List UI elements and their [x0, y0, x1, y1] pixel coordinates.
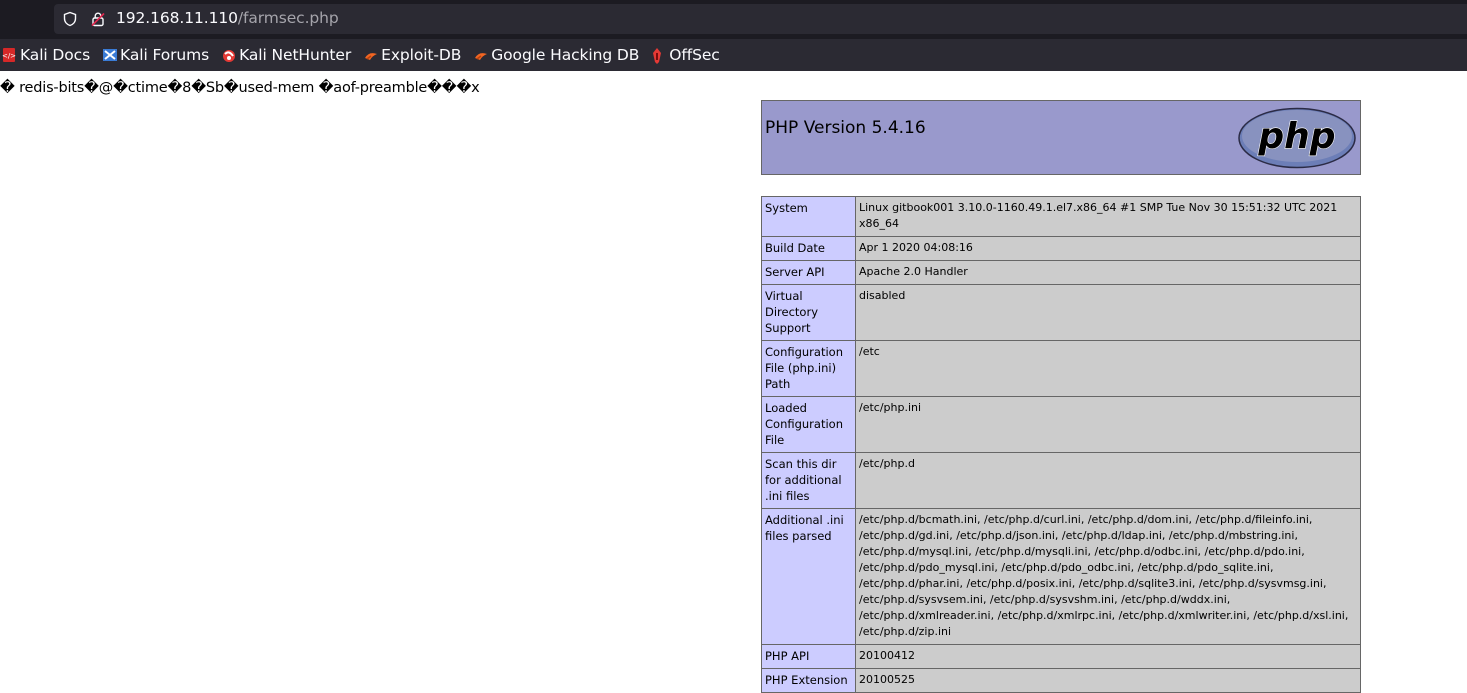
info-key: Configuration File (php.ini) Path	[761, 340, 856, 397]
info-row: Configuration File (php.ini) Path/etc	[761, 340, 1361, 397]
bookmark-kali-forums[interactable]: Kali Forums	[100, 39, 212, 71]
bookmark-label: OffSec	[669, 46, 720, 64]
info-key: Virtual Directory Support	[761, 284, 856, 341]
bookmark-label: Exploit-DB	[381, 46, 462, 64]
bookmark-google-hacking-db[interactable]: Google Hacking DB	[471, 39, 642, 71]
php-logo: php	[1237, 107, 1357, 173]
info-row: Build Date Apr 1 2020 04:08:16	[761, 236, 1361, 261]
bookmark-offsec[interactable]: OffSec	[649, 39, 722, 71]
url-path: /farmsec.php	[237, 9, 339, 27]
info-value: /etc	[855, 340, 1361, 397]
info-value: Apr 1 2020 04:08:16	[855, 236, 1361, 261]
info-row: System Linux gitbook001 3.10.0-1160.49.1.…	[761, 196, 1361, 237]
bookmark-kali-docs[interactable]: </> Kali Docs	[0, 39, 93, 71]
insecure-lock-icon[interactable]	[90, 11, 106, 31]
kali-docs-icon: </>	[2, 47, 16, 63]
browser-toolbar: 192.168.11.110/farmsec.php	[0, 0, 1467, 39]
info-row: Scan this dir for additional .ini files /…	[761, 452, 1361, 509]
php-version-title: PHP Version 5.4.16	[765, 118, 926, 138]
info-value: /etc/php.d/bcmath.ini, /etc/php.d/curl.i…	[855, 508, 1361, 645]
url-text[interactable]: 192.168.11.110/farmsec.php	[116, 9, 339, 27]
info-value: /etc/php.d	[855, 452, 1361, 509]
bookmark-label: Kali Docs	[20, 46, 91, 64]
php-logo-text: php	[1257, 116, 1335, 157]
url-host: 192.168.11.110	[116, 9, 238, 27]
info-value: 20100412	[855, 644, 1361, 669]
address-bar[interactable]: 192.168.11.110/farmsec.php	[54, 4, 1467, 34]
info-row: Server API Apache 2.0 Handler	[761, 260, 1361, 285]
info-key: PHP API	[761, 644, 856, 669]
info-row: Loaded Configuration File/etc/php.ini	[761, 396, 1361, 453]
info-key: Loaded Configuration File	[761, 396, 856, 453]
info-key: Build Date	[761, 236, 856, 261]
bookmarks-toolbar: </> Kali Docs Kali Forums Kali NetHunter…	[0, 39, 1467, 71]
info-value: disabled	[855, 284, 1361, 341]
php-info-table: System Linux gitbook001 3.10.0-1160.49.1.…	[761, 196, 1361, 693]
info-value: /etc/php.ini	[855, 396, 1361, 453]
info-row: Virtual Directory Support disabled	[761, 284, 1361, 341]
ghdb-icon	[473, 47, 488, 63]
offsec-icon	[651, 47, 665, 64]
bookmark-kali-nethunter[interactable]: Kali NetHunter	[219, 39, 354, 71]
svg-text:</>: </>	[2, 52, 16, 60]
info-key: Server API	[761, 260, 856, 285]
info-key: Additional .ini files parsed	[761, 508, 856, 645]
info-value: Apache 2.0 Handler	[855, 260, 1361, 285]
kali-forums-icon	[102, 47, 118, 63]
nethunter-icon	[221, 47, 236, 63]
binary-output-text: � redis-bits�@�ctime�8�Sb�used-mem �aof-…	[0, 80, 480, 96]
info-row: PHP API 20100412	[761, 644, 1361, 669]
bookmark-exploit-db[interactable]: Exploit-DB	[361, 39, 464, 71]
tracking-protection-shield-icon[interactable]	[62, 11, 78, 31]
info-key: System	[761, 196, 856, 237]
info-key: PHP Extension	[761, 668, 856, 693]
info-row: PHP Extension 20100525	[761, 668, 1361, 693]
info-value: Linux gitbook001 3.10.0-1160.49.1.el7.x8…	[855, 196, 1361, 237]
info-key: Scan this dir for additional .ini files	[761, 452, 856, 509]
bookmark-label: Kali Forums	[120, 46, 210, 64]
info-value: 20100525	[855, 668, 1361, 693]
bookmark-label: Google Hacking DB	[491, 46, 640, 64]
php-version-header: PHP Version 5.4.16 php	[761, 100, 1361, 175]
exploit-db-icon	[363, 47, 378, 63]
bookmark-label: Kali NetHunter	[239, 46, 352, 64]
info-row: Additional .ini files parsed/etc/php.d/b…	[761, 508, 1361, 645]
